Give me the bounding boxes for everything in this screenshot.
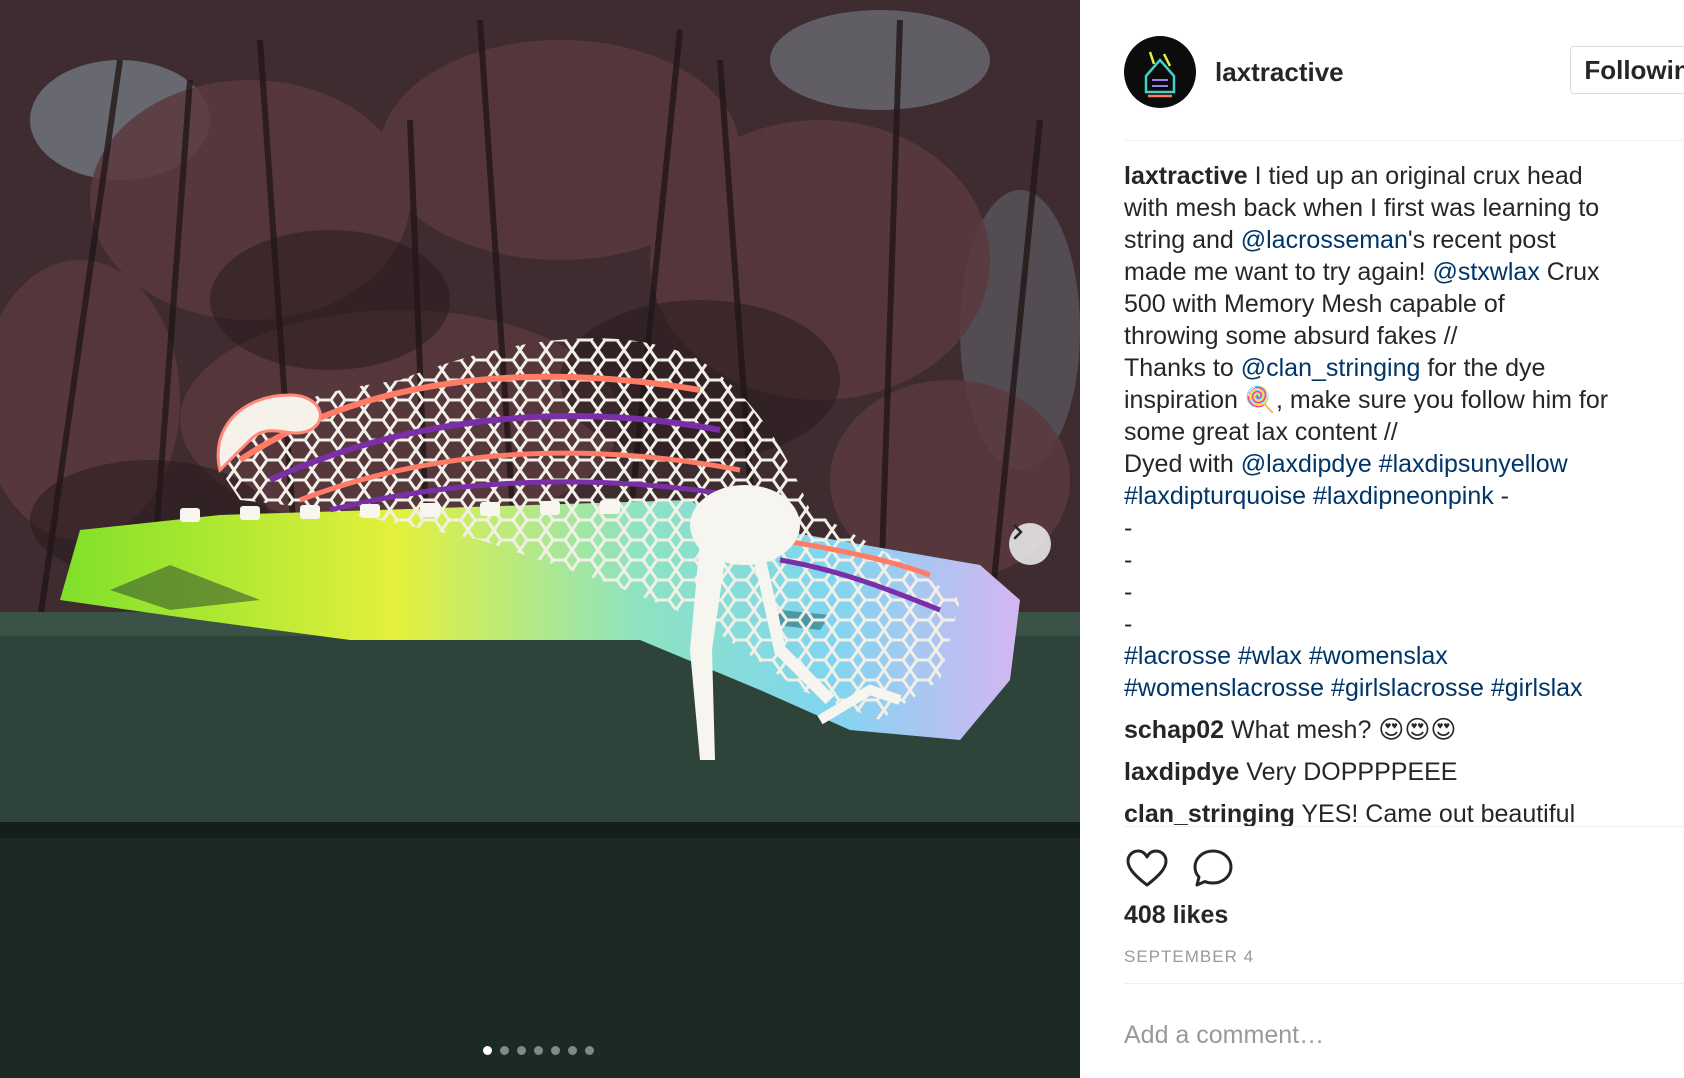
- caption-text: string and: [1124, 226, 1241, 254]
- caption-line: -: [1124, 608, 1684, 640]
- comment-username[interactable]: clan_stringing: [1124, 800, 1295, 826]
- carousel-dot: [483, 1046, 492, 1055]
- carousel-indicator: [483, 1046, 594, 1055]
- caption-text: throwing some absurd fakes //: [1124, 322, 1458, 350]
- caption-text: Dyed with: [1124, 450, 1241, 478]
- comment-text: What mesh? 😍😍😍: [1231, 716, 1457, 744]
- heart-icon[interactable]: [1124, 846, 1170, 892]
- caption-line: made me want to try again! @stxwlax Crux: [1124, 256, 1684, 288]
- hashtag-link[interactable]: #wlax: [1238, 642, 1302, 670]
- caption-text: inspiration 🍭, make sure you follow him …: [1124, 386, 1609, 414]
- caption-text: 's recent post: [1407, 226, 1556, 254]
- carousel-dot: [534, 1046, 543, 1055]
- caption-line: -: [1124, 576, 1684, 608]
- caption-text: -: [1124, 546, 1133, 574]
- likes-count[interactable]: 408 likes: [1124, 901, 1228, 930]
- hashtag-link[interactable]: #girlslacrosse: [1331, 674, 1484, 702]
- caption-text: [1484, 674, 1491, 702]
- carousel-dot: [500, 1046, 509, 1055]
- post-actions: [1124, 840, 1324, 896]
- comment-bubble-icon[interactable]: [1190, 846, 1236, 892]
- carousel-dot: [517, 1046, 526, 1055]
- caption-text: [1372, 450, 1379, 478]
- caption-text: -: [1124, 610, 1133, 638]
- post-details-panel: laxtractive Following laxtractive I tied…: [1080, 0, 1684, 1078]
- next-photo-button[interactable]: [1009, 523, 1051, 565]
- chevron-right-icon: [1013, 524, 1023, 540]
- carousel-dot: [551, 1046, 560, 1055]
- caption-text: -: [1124, 514, 1133, 542]
- following-button[interactable]: Following: [1570, 46, 1684, 94]
- post-header: laxtractive Following: [1124, 36, 1684, 108]
- caption-line: -: [1124, 512, 1684, 544]
- divider: [1124, 140, 1684, 141]
- caption-line: string and @lacrosseman's recent post: [1124, 224, 1684, 256]
- add-comment-input[interactable]: [1124, 1011, 1624, 1059]
- post-photo[interactable]: [0, 0, 1080, 1078]
- hashtag-link[interactable]: #lacrosse: [1124, 642, 1231, 670]
- lacrosse-head-photo: [0, 0, 1080, 1078]
- caption-line: laxtractive I tied up an original crux h…: [1124, 160, 1684, 192]
- carousel-dot: [568, 1046, 577, 1055]
- caption-line: some great lax content //: [1124, 416, 1684, 448]
- caption-text: 500 with Memory Mesh capable of: [1124, 290, 1505, 318]
- hashtag-link[interactable]: #womenslacrosse: [1124, 674, 1324, 702]
- caption-text: [1324, 674, 1331, 702]
- caption-line: Thanks to @clan_stringing for the dye: [1124, 352, 1684, 384]
- hashtag-link[interactable]: #laxdipsunyellow: [1379, 450, 1568, 478]
- hashtag-link[interactable]: #laxdipturquoise: [1124, 482, 1306, 510]
- comment-username[interactable]: laxdipdye: [1124, 758, 1239, 786]
- comment-item: clan_stringing YES! Came out beautiful: [1124, 798, 1684, 826]
- caption-text: with mesh back when I first was learning…: [1124, 194, 1600, 222]
- caption-text: I tied up an original crux head: [1254, 162, 1583, 190]
- caption-text: made me want to try again!: [1124, 258, 1433, 286]
- mention-link[interactable]: @clan_stringing: [1241, 354, 1421, 382]
- caption-text: [1306, 482, 1313, 510]
- caption-author[interactable]: laxtractive: [1124, 162, 1248, 190]
- caption-line: #womenslacrosse #girlslacrosse #girlslax: [1124, 672, 1684, 704]
- caption-line: with mesh back when I first was learning…: [1124, 192, 1684, 224]
- post-date: SEPTEMBER 4: [1124, 947, 1255, 966]
- caption-text: [1231, 642, 1238, 670]
- divider: [1124, 826, 1684, 827]
- caption-line: #laxdipturquoise #laxdipneonpink -: [1124, 480, 1684, 512]
- profile-logo-icon: [1144, 51, 1176, 98]
- hashtag-link[interactable]: #womenslax: [1309, 642, 1448, 670]
- comments-list[interactable]: laxtractive I tied up an original crux h…: [1124, 160, 1684, 826]
- caption-line: Dyed with @laxdipdye #laxdipsunyellow: [1124, 448, 1684, 480]
- caption-text: for the dye: [1420, 354, 1546, 382]
- mention-link[interactable]: @lacrosseman: [1241, 226, 1408, 254]
- more-options-icon[interactable]: [1680, 1016, 1684, 1050]
- divider: [1124, 983, 1684, 984]
- comment-item: laxdipdye Very DOPPPPEEE: [1124, 756, 1684, 788]
- post-author-username[interactable]: laxtractive: [1215, 57, 1344, 88]
- caption-text: Crux: [1539, 258, 1600, 286]
- avatar[interactable]: [1124, 36, 1196, 108]
- caption-line: #lacrosse #wlax #womenslax: [1124, 640, 1684, 672]
- mention-link[interactable]: @stxwlax: [1432, 258, 1539, 286]
- comment-item: schap02 What mesh? 😍😍😍: [1124, 714, 1684, 746]
- caption-text: Thanks to: [1124, 354, 1241, 382]
- caption-line: -: [1124, 544, 1684, 576]
- comment-text: YES! Came out beautiful: [1301, 800, 1576, 826]
- caption-line: throwing some absurd fakes //: [1124, 320, 1684, 352]
- comment-text: Very DOPPPPEEE: [1246, 758, 1458, 786]
- caption-text: -: [1493, 482, 1510, 510]
- mention-link[interactable]: @laxdipdye: [1241, 450, 1372, 478]
- caption-line: 500 with Memory Mesh capable of: [1124, 288, 1684, 320]
- hashtag-link[interactable]: #laxdipneonpink: [1313, 482, 1494, 510]
- carousel-dot: [585, 1046, 594, 1055]
- comment-username[interactable]: schap02: [1124, 716, 1224, 744]
- caption-text: -: [1124, 578, 1133, 606]
- hashtag-link[interactable]: #girlslax: [1491, 674, 1583, 702]
- caption-text: some great lax content //: [1124, 418, 1398, 446]
- caption-line: inspiration 🍭, make sure you follow him …: [1124, 384, 1684, 416]
- caption-text: [1302, 642, 1309, 670]
